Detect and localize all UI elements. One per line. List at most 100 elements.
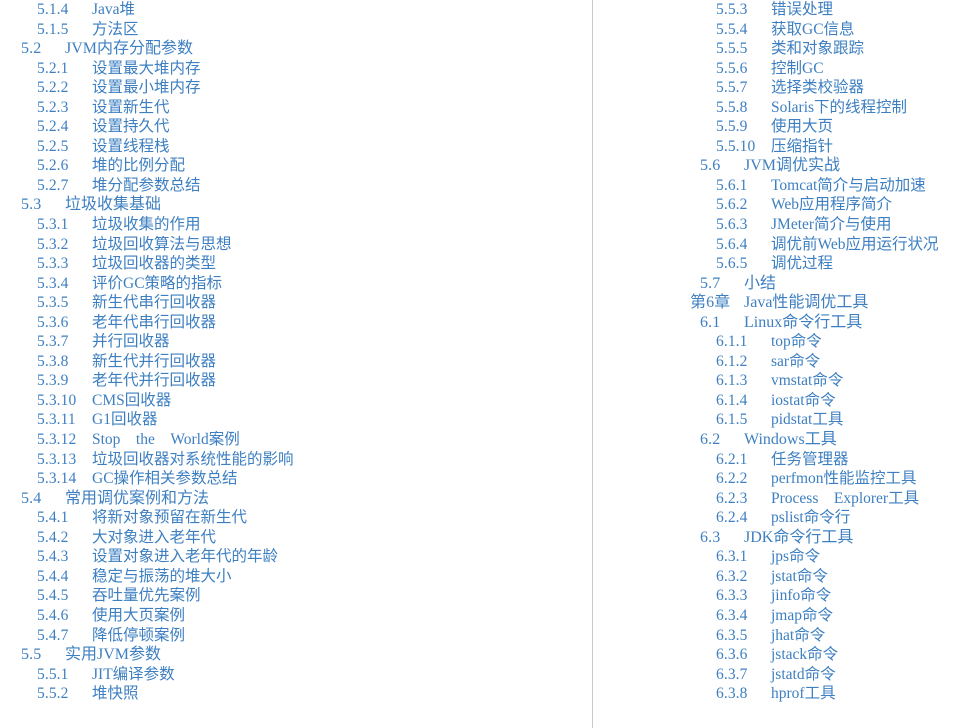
toc-entry[interactable]: 6.3 JDK命令行工具 [592,528,953,548]
toc-entry-title: 将新对象预留在新生代 [92,509,248,527]
toc-entry[interactable]: 6.3.7 jstatd命令 [592,665,953,685]
toc-entry[interactable]: 5.3.12 Stop the World案例 [0,430,592,450]
toc-entry[interactable]: 5.3.11 G1回收器 [0,410,592,430]
toc-entry[interactable]: 6.1 Linux命令行工具 [592,313,953,333]
toc-entry[interactable]: 5.5.5 类和对象跟踪 [592,39,953,59]
toc-entry-title: jstat命令 [771,567,828,585]
toc-entry[interactable]: 5.2.2 设置最小堆内存 [0,78,592,98]
toc-entry[interactable]: 5.3.9 老年代并行回收器 [0,371,592,391]
toc-entry-number: 5.2.2 [37,79,69,97]
toc-entry[interactable]: 第6章 Java性能调优工具 [592,293,953,313]
toc-entry[interactable]: 5.5.10 压缩指针 [592,137,953,157]
toc-entry[interactable]: 5.3.6 老年代串行回收器 [0,313,592,333]
toc-entry[interactable]: 5.5.9 使用大页 [592,117,953,137]
toc-entry-title: 类和对象跟踪 [771,40,865,58]
toc-entry[interactable]: 5.2.3 设置新生代 [0,98,592,118]
toc-entry[interactable]: 6.3.2 jstat命令 [592,567,953,587]
toc-entry-title: 设置持久代 [92,118,170,136]
toc-entry[interactable]: 5.4.1 将新对象预留在新生代 [0,508,592,528]
toc-entry[interactable]: 6.2.3 Process Explorer工具 [592,489,953,509]
toc-entry[interactable]: 5.3.2 垃圾回收算法与思想 [0,235,592,255]
toc-entry[interactable]: 6.2.2 perfmon性能监控工具 [592,469,953,489]
toc-entry[interactable]: 6.1.2 sar命令 [592,352,953,372]
toc-entry[interactable]: 5.5.1 JIT编译参数 [0,665,592,685]
toc-entry[interactable]: 6.3.1 jps命令 [592,547,953,567]
toc-entry[interactable]: 5.4.6 使用大页案例 [0,606,592,626]
toc-entry[interactable]: 5.6.3 JMeter简介与使用 [592,215,953,235]
toc-entry-number: 5.2.3 [37,98,69,116]
toc-entry[interactable]: 6.1.3 vmstat命令 [592,371,953,391]
toc-entry-number: 5.3.4 [37,274,69,292]
toc-entry[interactable]: 5.5 实用JVM参数 [0,645,592,665]
toc-entry-title: 降低停顿案例 [92,626,186,644]
toc-entry[interactable]: 5.4.3 设置对象进入老年代的年龄 [0,547,592,567]
toc-entry[interactable]: 6.1.1 top命令 [592,332,953,352]
toc-entry-title: 垃圾收集的作用 [92,216,201,234]
toc-entry-number: 5.3.1 [37,216,69,234]
toc-entry-title: 使用大页案例 [92,606,186,624]
toc-entry[interactable]: 5.6.5 调优过程 [592,254,953,274]
toc-entry[interactable]: 5.2.5 设置线程栈 [0,137,592,157]
toc-entry[interactable]: 6.3.3 jinfo命令 [592,586,953,606]
toc-entry[interactable]: 5.3.5 新生代串行回收器 [0,293,592,313]
toc-entry[interactable]: 5.4.4 稳定与振荡的堆大小 [0,567,592,587]
toc-entry[interactable]: 6.2.4 pslist命令行 [592,508,953,528]
toc-entry[interactable]: 5.2.4 设置持久代 [0,117,592,137]
toc-entry-number: 5.4.7 [37,626,69,644]
toc-entry-title: Windows工具 [744,431,837,449]
toc-entry[interactable]: 6.3.4 jmap命令 [592,606,953,626]
toc-entry[interactable]: 5.4 常用调优案例和方法 [0,489,592,509]
toc-entry[interactable]: 6.1.5 pidstat工具 [592,410,953,430]
toc-entry[interactable]: 5.3.8 新生代并行回收器 [0,352,592,372]
toc-entry[interactable]: 5.5.4 获取GC信息 [592,20,953,40]
toc-entry[interactable]: 5.3.4 评价GC策略的指标 [0,274,592,294]
toc-entry[interactable]: 5.3.1 垃圾收集的作用 [0,215,592,235]
toc-column-left: 5.1.4 Java堆 5.1.5 方法区 5.2 JVM内存分配参数 5.2.1 设置最大堆… [0,0,592,728]
toc-entry[interactable]: 5.5.3 错误处理 [592,0,953,20]
toc-entry[interactable]: 5.4.7 降低停顿案例 [0,626,592,646]
toc-entry[interactable]: 5.6.1 Tomcat简介与启动加速 [592,176,953,196]
toc-entry[interactable]: 6.2 Windows工具 [592,430,953,450]
toc-entry[interactable]: 5.3 垃圾收集基础 [0,195,592,215]
toc-entry[interactable]: 5.2.7 堆分配参数总结 [0,176,592,196]
toc-entry[interactable]: 5.1.4 Java堆 [0,0,592,20]
toc-entry-title: 获取GC信息 [771,20,855,38]
toc-entry-title: 设置最大堆内存 [92,59,201,77]
toc-entry[interactable]: 6.1.4 iostat命令 [592,391,953,411]
toc-entry[interactable]: 6.2.1 任务管理器 [592,450,953,470]
toc-entry[interactable]: 5.3.13 垃圾回收器对系统性能的影响 [0,450,592,470]
toc-entry-number: 5.4.1 [37,509,69,527]
toc-entry[interactable]: 6.3.8 hprof工具 [592,684,953,704]
toc-entry[interactable]: 5.5.6 控制GC [592,59,953,79]
toc-entry[interactable]: 5.2.6 堆的比例分配 [0,156,592,176]
toc-entry[interactable]: 5.3.10 CMS回收器 [0,391,592,411]
toc-entry[interactable]: 5.4.5 吞吐量优先案例 [0,586,592,606]
toc-entry-title: Process Explorer工具 [771,489,920,507]
toc-entry-title: GC操作相关参数总结 [92,470,238,488]
toc-entry[interactable]: 5.2.1 设置最大堆内存 [0,59,592,79]
toc-entry[interactable]: 5.4.2 大对象进入老年代 [0,528,592,548]
toc-entry[interactable]: 5.2 JVM内存分配参数 [0,39,592,59]
toc-entry-title: 大对象进入老年代 [92,528,217,546]
toc-entry[interactable]: 5.5.7 选择类校验器 [592,78,953,98]
toc-entry[interactable]: 5.5.2 堆快照 [0,684,592,704]
toc-entry[interactable]: 5.3.7 并行回收器 [0,332,592,352]
toc-entry[interactable]: 6.3.6 jstack命令 [592,645,953,665]
toc-entry[interactable]: 5.3.3 垃圾回收器的类型 [0,254,592,274]
toc-entry-title: pslist命令行 [771,509,851,527]
toc-entry[interactable]: 5.6.2 Web应用程序简介 [592,195,953,215]
toc-entry-number: 5.3.14 [37,470,77,488]
toc-entry-title: 老年代并行回收器 [92,372,217,390]
toc-entry[interactable]: 5.7 小结 [592,274,953,294]
toc-entry[interactable]: 6.3.5 jhat命令 [592,626,953,646]
toc-entry[interactable]: 5.6.4 调优前Web应用运行状况 [592,235,953,255]
toc-entry[interactable]: 5.6 JVM调优实战 [592,156,953,176]
toc-entry-number: 6.2.2 [716,470,748,488]
toc-entry-number: 6.2 [700,431,721,449]
toc-entry-number: 5.6.5 [716,255,748,273]
toc-entry[interactable]: 5.1.5 方法区 [0,20,592,40]
toc-entry-number: 5.3.13 [37,450,77,468]
toc-entry[interactable]: 5.3.14 GC操作相关参数总结 [0,469,592,489]
toc-entry-title: 堆的比例分配 [92,157,186,175]
toc-entry[interactable]: 5.5.8 Solaris下的线程控制 [592,98,953,118]
